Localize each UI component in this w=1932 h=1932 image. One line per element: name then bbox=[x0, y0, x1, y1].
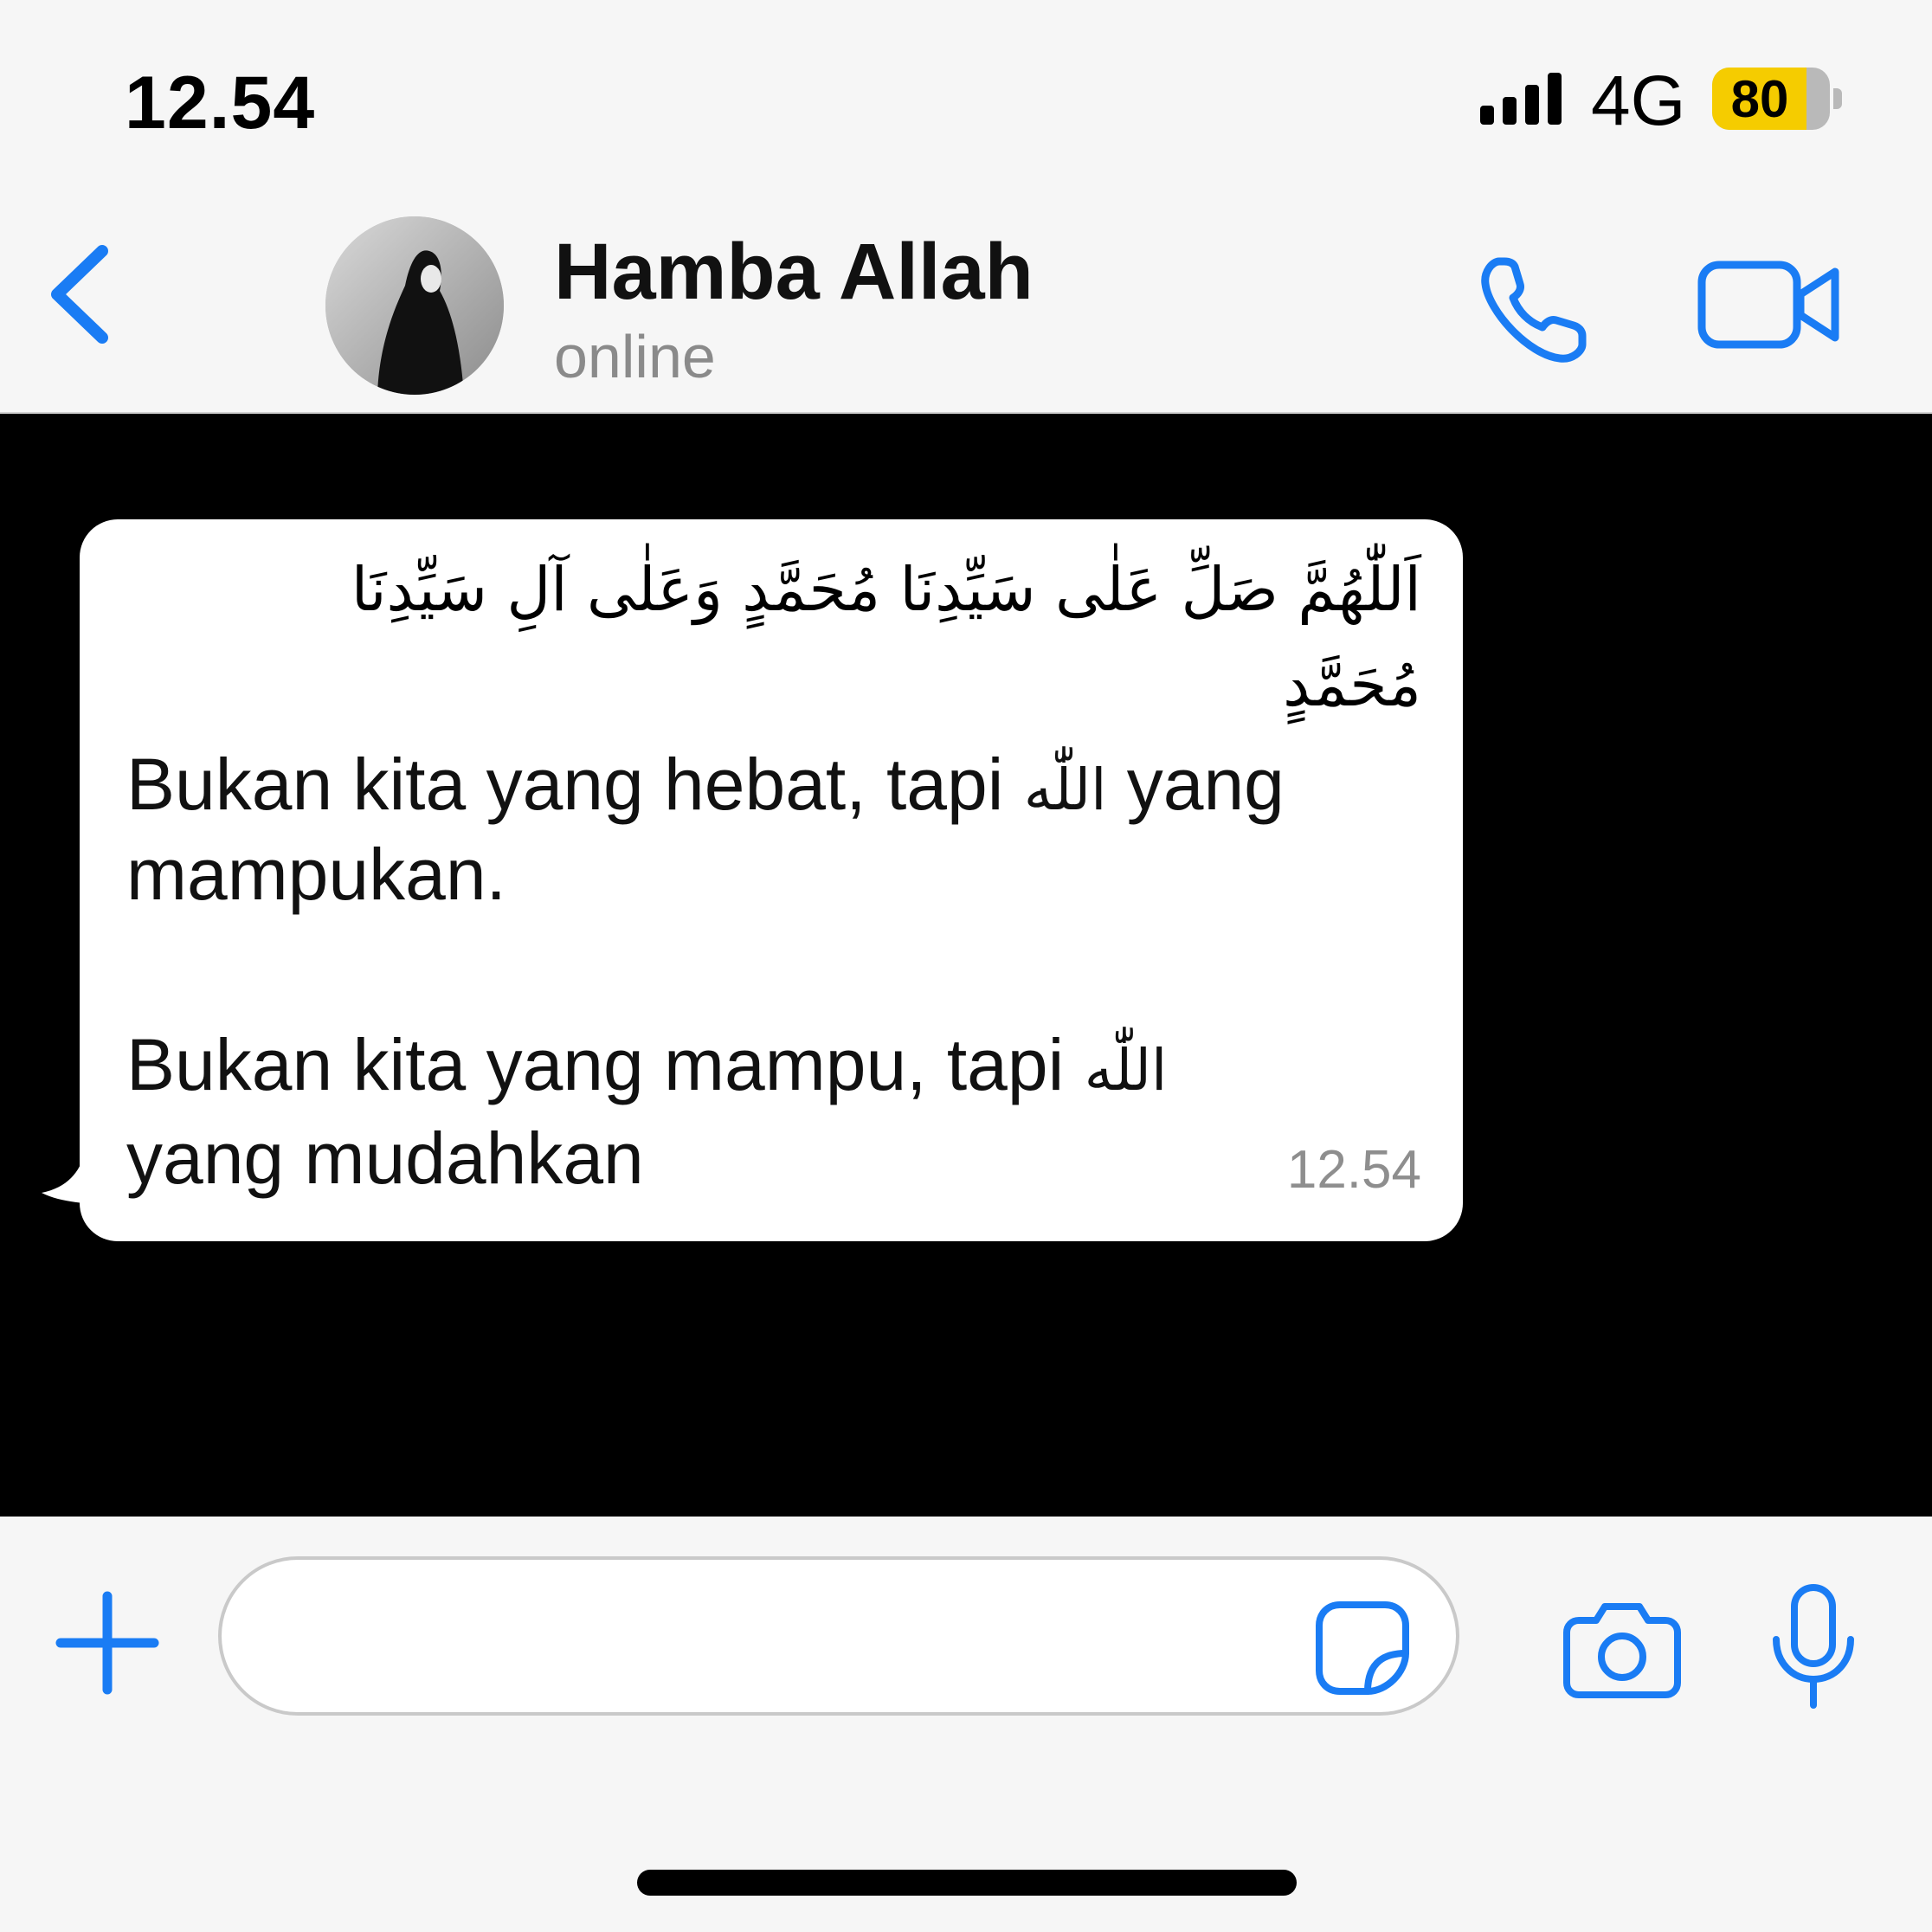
message-arabic-word: اللّٰه bbox=[1023, 757, 1107, 823]
plus-icon[interactable] bbox=[55, 1591, 159, 1695]
bubble-tail bbox=[42, 1153, 106, 1205]
network-type: 4G bbox=[1591, 61, 1686, 140]
microphone-icon[interactable] bbox=[1766, 1582, 1861, 1712]
message-text: Bukan kita yang hebat, tapi bbox=[126, 744, 1024, 825]
message-text: yang bbox=[1106, 744, 1285, 825]
message-text: Bukan kita yang mampu, tapi bbox=[126, 1024, 1085, 1105]
chat-area[interactable]: اَللّٰهُمَّ صَلِّ عَلٰى سَيِّدِنَا مُحَم… bbox=[0, 414, 1932, 1517]
message-input[interactable] bbox=[218, 1556, 1459, 1716]
contact-name[interactable]: Hamba Allah bbox=[554, 227, 1034, 318]
message-arabic-line: مُحَمَّدٍ bbox=[1283, 649, 1421, 720]
message-arabic-line: اَللّٰهُمَّ صَلِّ عَلٰى سَيِّدِنَا مُحَم… bbox=[351, 554, 1421, 625]
home-indicator[interactable] bbox=[637, 1870, 1297, 1896]
status-bar: 12.54 4G 80 bbox=[0, 0, 1932, 173]
status-time: 12.54 bbox=[125, 61, 316, 145]
phone-icon[interactable] bbox=[1473, 249, 1594, 370]
camera-icon[interactable] bbox=[1562, 1600, 1683, 1700]
message-input-field[interactable] bbox=[274, 1586, 1316, 1691]
message-timestamp: 12.54 bbox=[1286, 1140, 1421, 1200]
message-text-line: yang mudahkan bbox=[126, 1117, 644, 1199]
message-arabic-word: اللّٰه bbox=[1084, 1037, 1168, 1104]
battery-percent: 80 bbox=[1730, 70, 1789, 128]
contact-status: online bbox=[554, 323, 716, 390]
battery-icon: 80 bbox=[1712, 68, 1830, 130]
avatar-image bbox=[325, 216, 504, 395]
signal-strength-icon bbox=[1480, 73, 1562, 125]
message-bubble[interactable]: اَللّٰهُمَّ صَلِّ عَلٰى سَيِّدِنَا مُحَم… bbox=[80, 519, 1463, 1241]
chat-header: Hamba Allah online bbox=[0, 173, 1932, 414]
video-icon[interactable] bbox=[1697, 256, 1844, 353]
message-text-line: Bukan kita yang hebat, tapi اللّٰه yang bbox=[126, 743, 1285, 827]
battery-cap bbox=[1833, 88, 1842, 109]
avatar[interactable] bbox=[325, 216, 504, 395]
back-icon[interactable] bbox=[35, 234, 130, 355]
message-text-line: Bukan kita yang mampu, tapi اللّٰه bbox=[126, 1023, 1167, 1107]
message-text-line: mampukan. bbox=[126, 834, 506, 915]
sticker-icon[interactable] bbox=[1314, 1600, 1411, 1697]
